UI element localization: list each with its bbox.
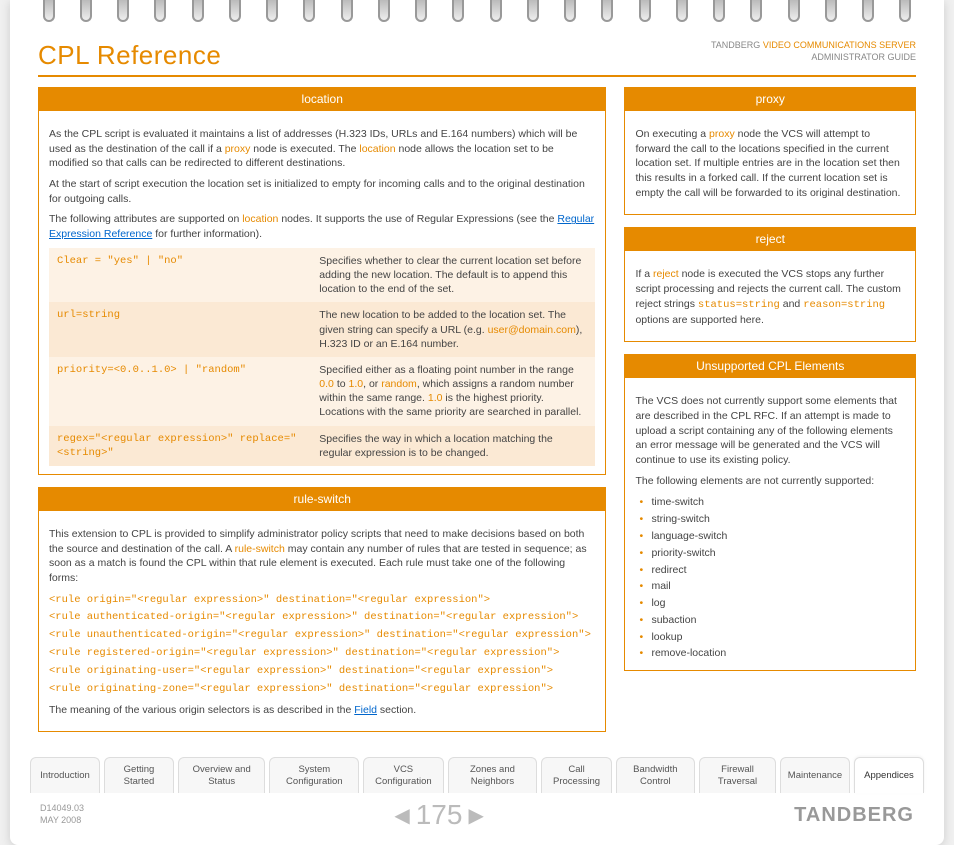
tab-maintenance[interactable]: Maintenance	[780, 757, 850, 793]
tab-zones-neighbors[interactable]: Zones and Neighbors	[448, 757, 538, 793]
list-item: string-switch	[639, 511, 905, 528]
tab-system-config[interactable]: System Configuration	[269, 757, 359, 793]
ruleswitch-para: This extension to CPL is provided to sim…	[49, 527, 595, 586]
section-title-unsupported: Unsupported CPL Elements	[625, 354, 915, 378]
section-reject: reject If a reject node is executed the …	[624, 227, 916, 342]
nav-tabs: Introduction Getting Started Overview an…	[10, 757, 944, 793]
section-title-location: location	[39, 87, 605, 111]
spiral-binding	[10, 0, 944, 30]
section-location: location As the CPL script is evaluated …	[38, 87, 606, 475]
location-attributes-table: Clear = "yes" | "no" Specifies whether t…	[49, 248, 595, 466]
list-item: language-switch	[639, 528, 905, 545]
table-row: Clear = "yes" | "no" Specifies whether t…	[49, 248, 595, 303]
unsupported-list: time-switch string-switch language-switc…	[635, 494, 905, 662]
header-product-info: TANDBERG VIDEO COMMUNICATIONS SERVER ADM…	[711, 40, 916, 63]
page-title: CPL Reference	[38, 40, 221, 71]
section-title-reject: reject	[625, 227, 915, 251]
tab-introduction[interactable]: Introduction	[30, 757, 100, 793]
list-item: time-switch	[639, 494, 905, 511]
section-rule-switch: rule-switch This extension to CPL is pro…	[38, 487, 606, 733]
location-para2: At the start of script execution the loc…	[49, 177, 595, 206]
section-title-proxy: proxy	[625, 87, 915, 111]
list-item: mail	[639, 578, 905, 595]
prev-page-arrow-icon[interactable]: ◀	[394, 803, 409, 828]
list-item: log	[639, 595, 905, 612]
location-para3: The following attributes are supported o…	[49, 212, 595, 241]
list-item: priority-switch	[639, 545, 905, 562]
tab-vcs-config[interactable]: VCS Configuration	[363, 757, 443, 793]
table-row: regex="<regular expression>" replace="<s…	[49, 426, 595, 466]
tab-getting-started[interactable]: Getting Started	[104, 757, 174, 793]
list-item: remove-location	[639, 645, 905, 662]
tab-call-processing[interactable]: Call Processing	[541, 757, 611, 793]
proxy-para: On executing a proxy node the VCS will a…	[635, 127, 905, 200]
field-section-link[interactable]: Field	[354, 704, 377, 716]
reject-para: If a reject node is executed the VCS sto…	[635, 267, 905, 327]
list-item: lookup	[639, 629, 905, 646]
unsupported-para2: The following elements are not currently…	[635, 474, 905, 489]
page-number: 175	[416, 799, 463, 831]
section-title-rule-switch: rule-switch	[39, 487, 605, 511]
tab-appendices[interactable]: Appendices	[854, 757, 924, 793]
document-page: CPL Reference TANDBERG VIDEO COMMUNICATI…	[10, 0, 944, 845]
next-page-arrow-icon[interactable]: ▶	[468, 803, 483, 828]
section-proxy: proxy On executing a proxy node the VCS …	[624, 87, 916, 215]
brand-logo: TANDBERG	[794, 804, 914, 827]
tab-bandwidth-control[interactable]: Bandwidth Control	[616, 757, 695, 793]
doc-meta: D14049.03 MAY 2008	[40, 803, 84, 826]
table-row: priority=<0.0..1.0> | "random" Specified…	[49, 357, 595, 426]
tab-overview-status[interactable]: Overview and Status	[178, 757, 265, 793]
list-item: subaction	[639, 612, 905, 629]
page-footer: D14049.03 MAY 2008 ◀ 175 ▶ TANDBERG	[10, 793, 944, 845]
tab-firewall-traversal[interactable]: Firewall Traversal	[699, 757, 776, 793]
rule-forms-list: <rule origin="<regular expression>" dest…	[49, 592, 595, 699]
section-unsupported: Unsupported CPL Elements The VCS does no…	[624, 354, 916, 671]
page-header: CPL Reference TANDBERG VIDEO COMMUNICATI…	[38, 40, 916, 77]
page-navigation: ◀ 175 ▶	[394, 799, 484, 831]
table-row: url=string The new location to be added …	[49, 302, 595, 357]
location-para1: As the CPL script is evaluated it mainta…	[49, 127, 595, 171]
unsupported-para1: The VCS does not currently support some …	[635, 394, 905, 467]
ruleswitch-footer: The meaning of the various origin select…	[49, 703, 595, 718]
list-item: redirect	[639, 562, 905, 579]
